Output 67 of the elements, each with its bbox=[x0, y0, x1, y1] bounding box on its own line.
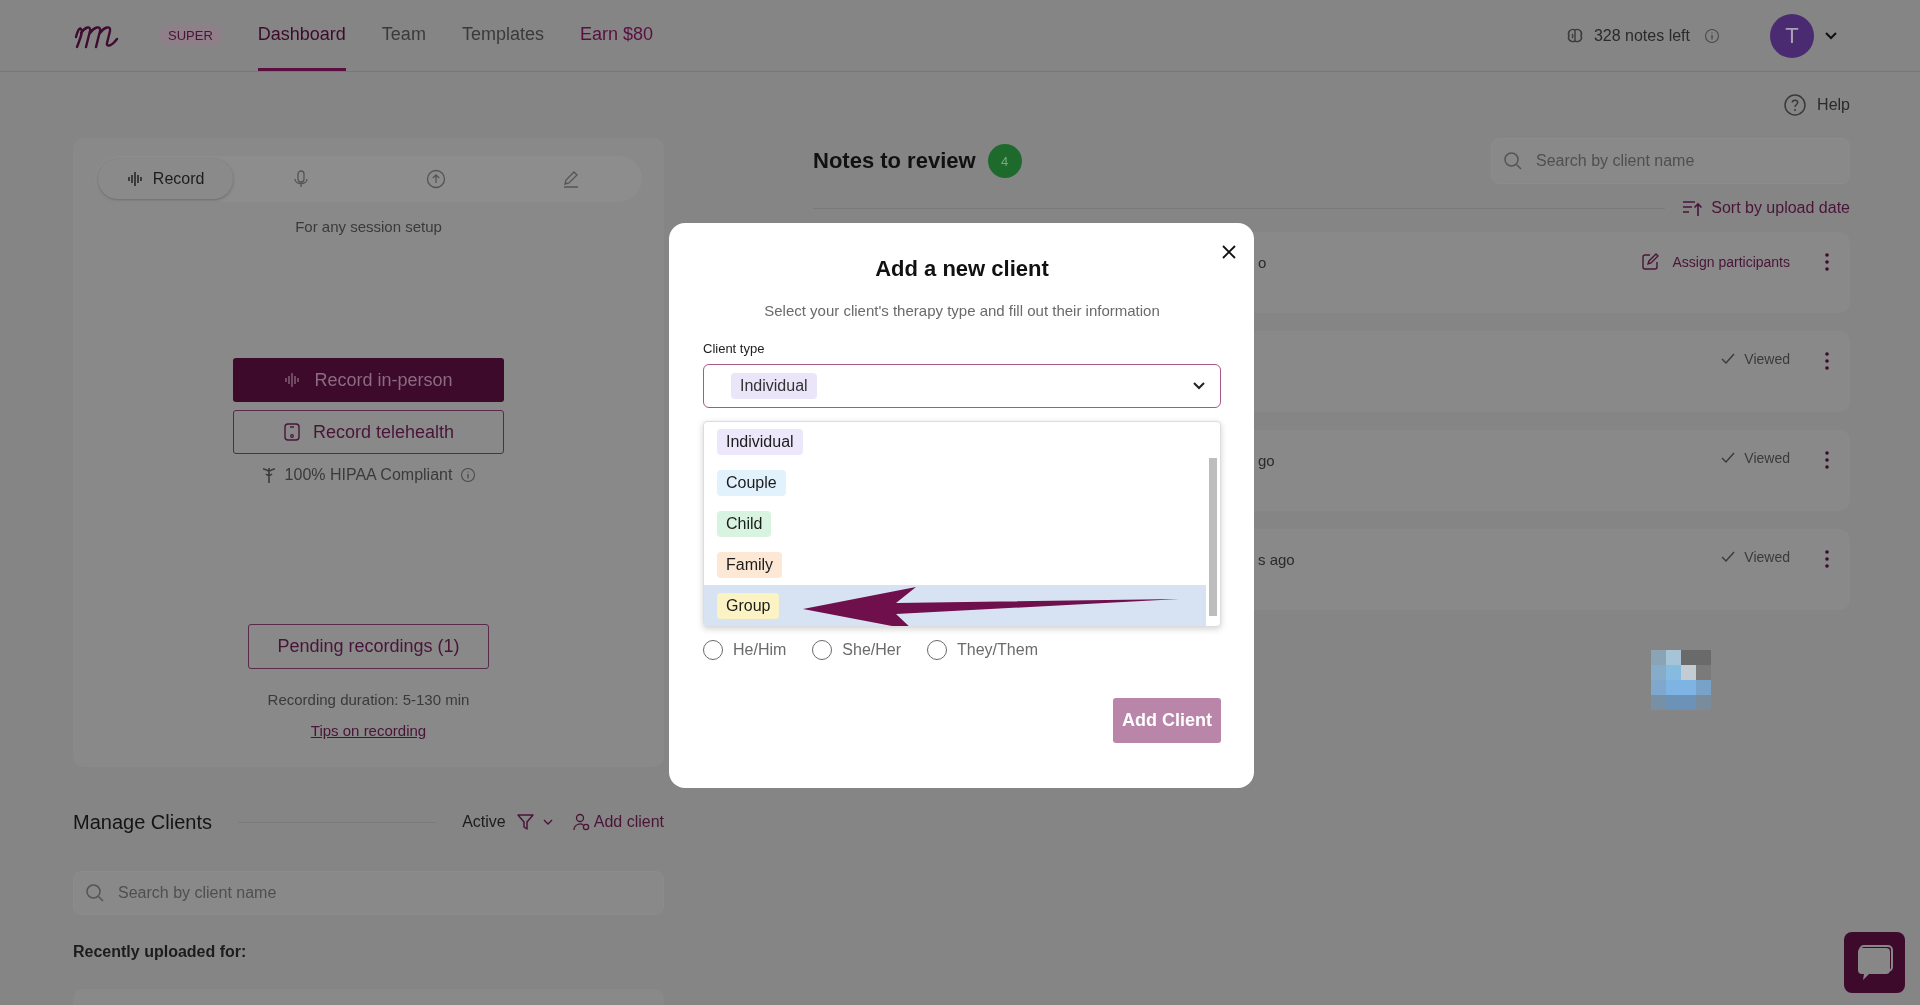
count-badge: 4 bbox=[987, 144, 1022, 178]
chat-button[interactable] bbox=[1844, 932, 1905, 993]
checkmark-icon bbox=[1720, 451, 1737, 465]
section-title: Notes to review bbox=[813, 148, 976, 174]
checkmark-icon bbox=[1720, 550, 1737, 564]
note-date-text: go bbox=[1258, 452, 1275, 469]
viewed-status: Viewed bbox=[1720, 549, 1790, 565]
client-type-chip: Individual bbox=[731, 373, 817, 399]
sort-icon bbox=[1681, 198, 1704, 218]
caduceus-icon bbox=[260, 466, 277, 484]
recent-uploads-label: Recently uploaded for: bbox=[73, 943, 248, 961]
checkmark-icon bbox=[1720, 352, 1737, 366]
help-icon bbox=[1783, 93, 1808, 117]
waveform-icon bbox=[126, 171, 145, 187]
info-icon[interactable] bbox=[460, 467, 477, 483]
search-icon bbox=[1503, 151, 1523, 171]
assign-participants-link[interactable]: Assign participants bbox=[1640, 252, 1790, 272]
section-title: Manage Clients bbox=[73, 810, 212, 834]
add-client-button[interactable]: Add Client bbox=[1113, 698, 1221, 743]
user-avatar[interactable]: T bbox=[1770, 13, 1814, 58]
note-date-text: o bbox=[1258, 254, 1267, 271]
add-client-link[interactable]: Add client bbox=[571, 813, 664, 831]
nav-tab[interactable]: Templates bbox=[461, 0, 544, 71]
recording-duration-text: Recording duration: 5-130 min bbox=[267, 691, 470, 708]
chevron-down-icon bbox=[1192, 381, 1206, 391]
field-label: Client type bbox=[703, 341, 766, 356]
pronoun-radio[interactable]: He/Him bbox=[703, 640, 787, 660]
notes-left-count: 328 notes left bbox=[1593, 26, 1690, 45]
client-search-field[interactable]: Search by client name bbox=[73, 871, 664, 915]
sort-button[interactable]: Sort by upload date bbox=[1681, 198, 1850, 218]
nav-tab[interactable]: Team bbox=[381, 0, 426, 71]
mode-caption: For any session setup bbox=[295, 218, 442, 235]
microphone-icon bbox=[292, 169, 309, 189]
dialog-title: Add a new client bbox=[874, 256, 1050, 282]
chevron-down-icon[interactable] bbox=[1824, 30, 1838, 41]
close-icon[interactable] bbox=[1221, 244, 1237, 260]
notes-search-field[interactable]: Search by client name bbox=[1491, 138, 1850, 184]
nav-tab[interactable]: Earn $80 bbox=[579, 0, 653, 71]
search-icon bbox=[85, 883, 105, 903]
record-mode-tab[interactable]: Record bbox=[98, 159, 234, 199]
filter-icon[interactable] bbox=[515, 812, 536, 832]
viewed-status: Viewed bbox=[1720, 450, 1790, 466]
nav-tab[interactable]: Dashboard bbox=[257, 0, 346, 71]
more-options-icon[interactable] bbox=[1824, 450, 1830, 470]
upload-icon bbox=[426, 169, 447, 189]
brain-icon bbox=[1565, 26, 1584, 45]
pending-recordings-button[interactable]: Pending recordings (1) bbox=[248, 624, 489, 669]
tips-link[interactable]: Tips on recording bbox=[310, 722, 427, 739]
tablet-icon bbox=[282, 422, 301, 442]
chevron-down-icon[interactable] bbox=[541, 817, 554, 827]
pronoun-radio[interactable]: She/Her bbox=[812, 640, 902, 660]
plan-badge: SUPER bbox=[159, 25, 222, 46]
info-icon[interactable] bbox=[1704, 27, 1720, 44]
add-user-icon bbox=[571, 813, 590, 831]
pronoun-radio[interactable]: They/Them bbox=[927, 640, 1038, 660]
edit-icon bbox=[1640, 252, 1661, 272]
filter-label: Active bbox=[462, 813, 506, 831]
record-in-person-button[interactable]: Record in-person bbox=[233, 358, 504, 402]
more-options-icon[interactable] bbox=[1824, 351, 1830, 371]
more-options-icon[interactable] bbox=[1824, 252, 1830, 272]
help-link[interactable]: Help bbox=[1783, 92, 1850, 118]
viewed-status: Viewed bbox=[1720, 351, 1790, 367]
note-date-text: s ago bbox=[1258, 551, 1295, 568]
hipaa-compliance-text: 100% HIPAA Compliant bbox=[284, 466, 453, 484]
record-telehealth-button[interactable]: Record telehealth bbox=[233, 410, 504, 454]
more-options-icon[interactable] bbox=[1824, 549, 1830, 569]
client-type-select[interactable]: Individual bbox=[703, 364, 1221, 408]
